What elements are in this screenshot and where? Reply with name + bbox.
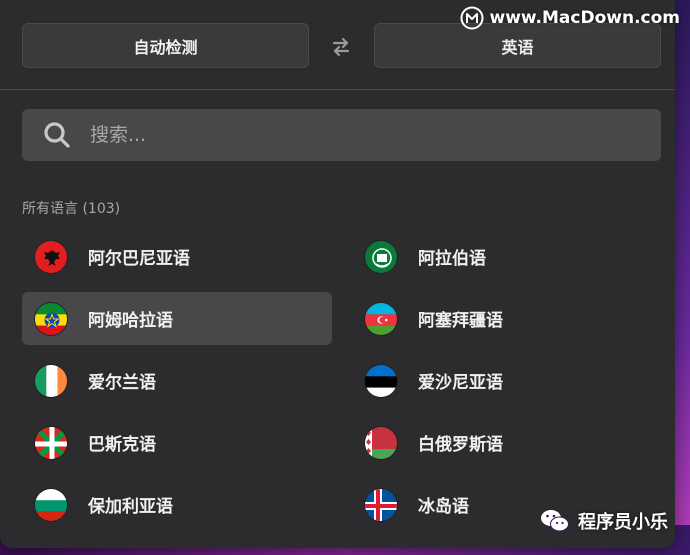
language-label: 爱沙尼亚语 bbox=[418, 373, 503, 393]
swap-arrows-icon bbox=[332, 37, 350, 57]
source-language-label: 自动检测 bbox=[133, 37, 198, 57]
language-item-arabic[interactable]: 阿拉伯语 bbox=[352, 230, 662, 283]
source-language-button[interactable]: 自动检测 bbox=[22, 23, 309, 68]
azerbaijan-flag-icon bbox=[364, 301, 398, 336]
watermark-text: www.MacDown.com bbox=[489, 8, 680, 28]
wechat-icon bbox=[541, 510, 569, 532]
basque-flag-icon bbox=[34, 425, 68, 460]
bulgaria-flag-icon bbox=[34, 487, 68, 522]
section-title: 所有语言 (103) bbox=[22, 201, 121, 217]
wechat-account-mark: 程序员小乐 bbox=[540, 508, 668, 534]
language-label: 阿姆哈拉语 bbox=[88, 311, 173, 331]
language-label: 爱尔兰语 bbox=[88, 373, 156, 393]
search-icon bbox=[40, 118, 74, 152]
swap-languages-button[interactable] bbox=[326, 32, 356, 62]
macdown-logo-icon bbox=[460, 6, 484, 30]
language-item-azerbaijani[interactable]: 阿塞拜疆语 bbox=[352, 292, 662, 345]
language-item-bulgarian[interactable]: 保加利亚语 bbox=[22, 478, 332, 531]
language-item-basque[interactable]: 巴斯克语 bbox=[22, 416, 332, 469]
language-item-irish[interactable]: 爱尔兰语 bbox=[22, 354, 332, 407]
language-picker-panel: 自动检测 英语 所有语言 (103) bbox=[0, 0, 675, 548]
language-item-belarusian[interactable]: 白俄罗斯语 bbox=[352, 416, 662, 469]
arab-league-flag-icon bbox=[364, 239, 398, 274]
ireland-flag-icon bbox=[34, 363, 68, 398]
language-label: 保加利亚语 bbox=[88, 497, 173, 517]
language-label: 阿拉伯语 bbox=[418, 249, 486, 269]
site-watermark: www.MacDown.com bbox=[460, 6, 680, 30]
estonia-flag-icon bbox=[364, 363, 398, 398]
belarus-flag-icon bbox=[364, 425, 398, 460]
language-label: 巴斯克语 bbox=[88, 435, 156, 455]
language-item-albanian[interactable]: 阿尔巴尼亚语 bbox=[22, 230, 332, 283]
search-input[interactable] bbox=[90, 115, 661, 155]
search-box[interactable] bbox=[22, 109, 661, 161]
target-language-label: 英语 bbox=[501, 37, 534, 57]
language-label: 阿尔巴尼亚语 bbox=[88, 249, 190, 269]
language-item-amharic[interactable]: 阿姆哈拉语 bbox=[22, 292, 332, 345]
language-label: 冰岛语 bbox=[418, 497, 469, 517]
wechat-account-name: 程序员小乐 bbox=[578, 512, 668, 533]
language-label: 阿塞拜疆语 bbox=[418, 311, 503, 331]
ethiopia-flag-icon bbox=[34, 301, 68, 336]
language-label: 白俄罗斯语 bbox=[418, 435, 503, 455]
albania-flag-icon bbox=[34, 239, 68, 274]
iceland-flag-icon bbox=[364, 487, 398, 522]
language-item-estonian[interactable]: 爱沙尼亚语 bbox=[352, 354, 662, 407]
